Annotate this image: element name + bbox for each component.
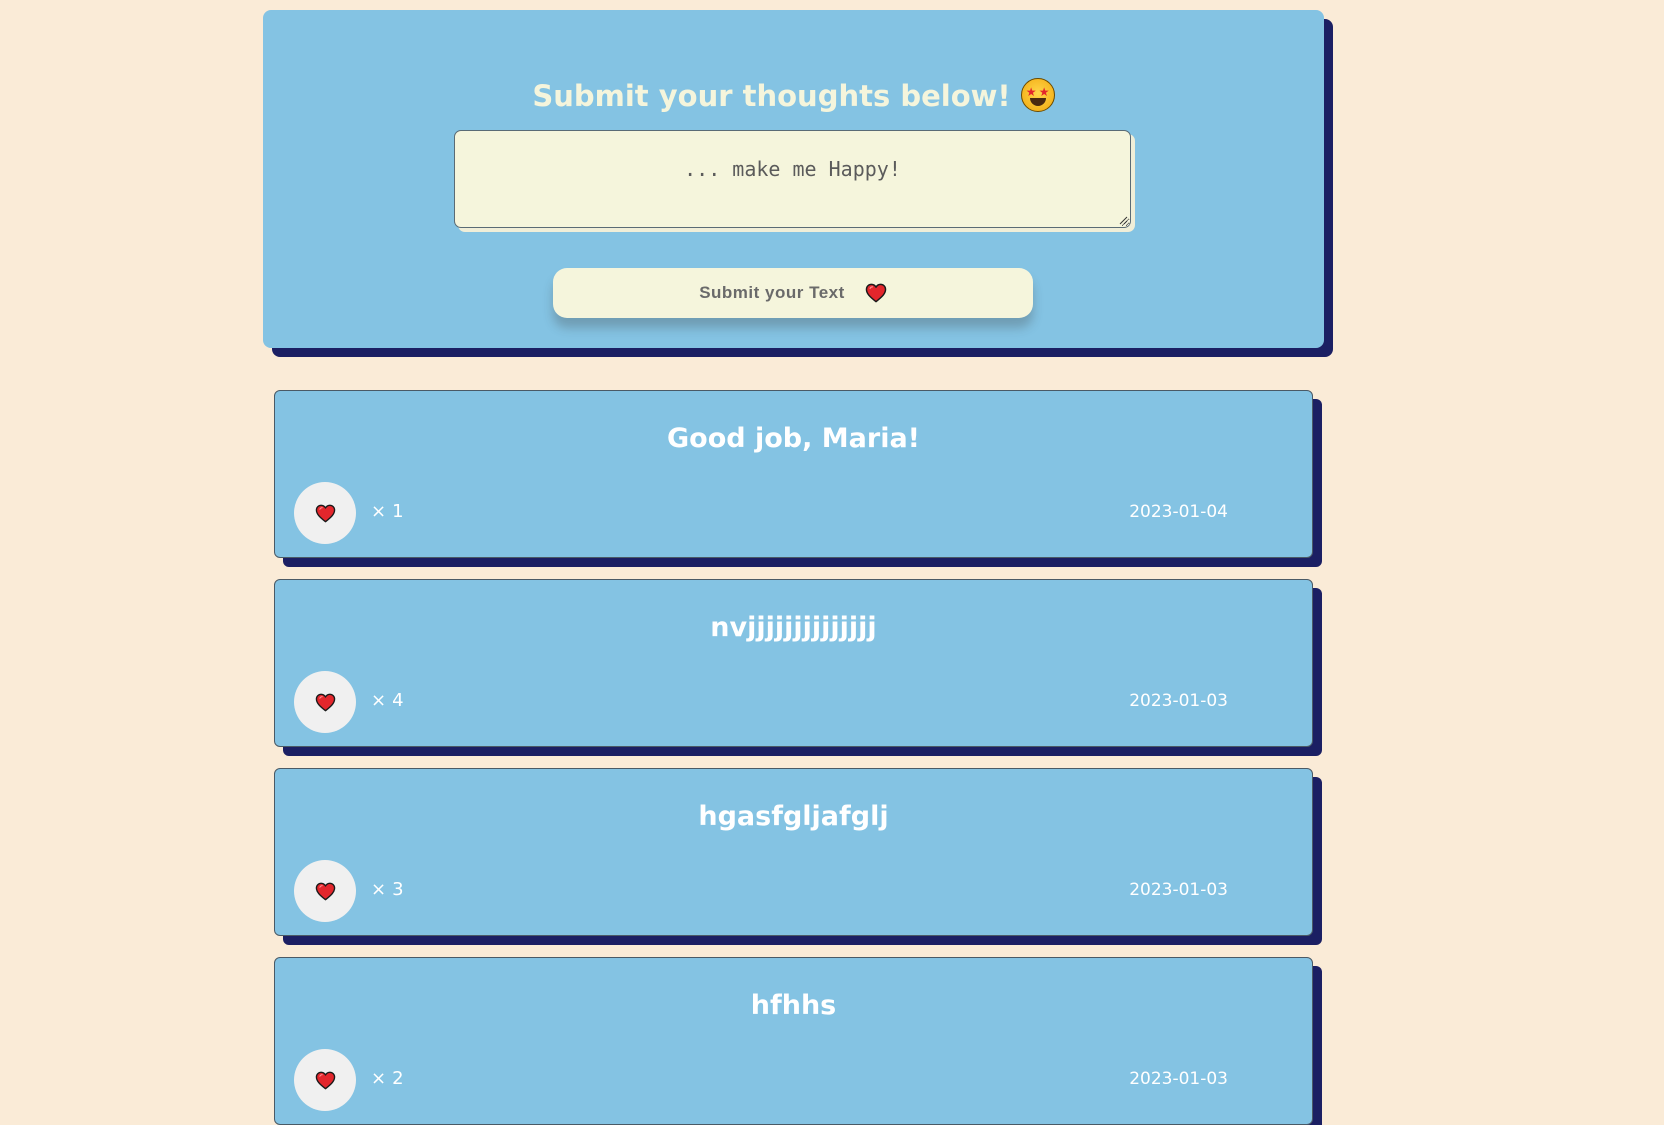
submit-button-label: Submit your Text [699, 283, 845, 302]
thought-form-card: Submit your thoughts below! ★★ Submit you… [263, 10, 1324, 348]
like-button[interactable] [294, 482, 356, 544]
like-count-value: 2 [392, 1068, 404, 1089]
heart-icon [315, 693, 336, 712]
like-count: × 3 [371, 878, 404, 902]
star-struck-emoji-icon: ★ ★ [1020, 78, 1055, 112]
heart-icon [315, 1071, 336, 1090]
thought-date: 2023-01-03 [1129, 1069, 1228, 1089]
thought-message: Good job, Maria! [667, 423, 920, 454]
like-count: × 1 [371, 500, 404, 524]
like-count: × 2 [371, 1067, 404, 1091]
times-sign: × [371, 879, 387, 900]
thought-card: nvjjjjjjjjjjjjjj × 4 2023-01-03 [274, 579, 1313, 747]
heart-icon [865, 283, 887, 303]
like-count-value: 4 [392, 690, 404, 711]
thought-date: 2023-01-04 [1129, 502, 1228, 522]
form-title: Submit your thoughts below! ★ ★ [263, 74, 1324, 118]
like-count-value: 3 [392, 879, 404, 900]
thought-date: 2023-01-03 [1129, 880, 1228, 900]
like-button[interactable] [294, 860, 356, 922]
thought-card: hfhhs × 2 2023-01-03 [274, 957, 1313, 1125]
thought-card: Good job, Maria! × 1 2023-01-04 [274, 390, 1313, 558]
like-button[interactable] [294, 1049, 356, 1111]
thought-message: hfhhs [750, 990, 837, 1021]
times-sign: × [371, 501, 387, 522]
like-button[interactable] [294, 671, 356, 733]
submit-text-button[interactable]: Submit your Text [553, 268, 1033, 318]
like-count-value: 1 [392, 501, 404, 522]
times-sign: × [371, 1068, 387, 1089]
thought-textarea[interactable] [454, 130, 1131, 228]
heart-icon [315, 504, 336, 523]
times-sign: × [371, 690, 387, 711]
like-count: × 4 [371, 689, 404, 713]
thought-message: hgasfgljafglj [698, 801, 889, 832]
thought-message: nvjjjjjjjjjjjjjj [710, 612, 877, 643]
form-title-text: Submit your thoughts below! [532, 79, 1011, 113]
heart-icon [315, 882, 336, 901]
thought-card: hgasfgljafglj × 3 2023-01-03 [274, 768, 1313, 936]
thought-date: 2023-01-03 [1129, 691, 1228, 711]
